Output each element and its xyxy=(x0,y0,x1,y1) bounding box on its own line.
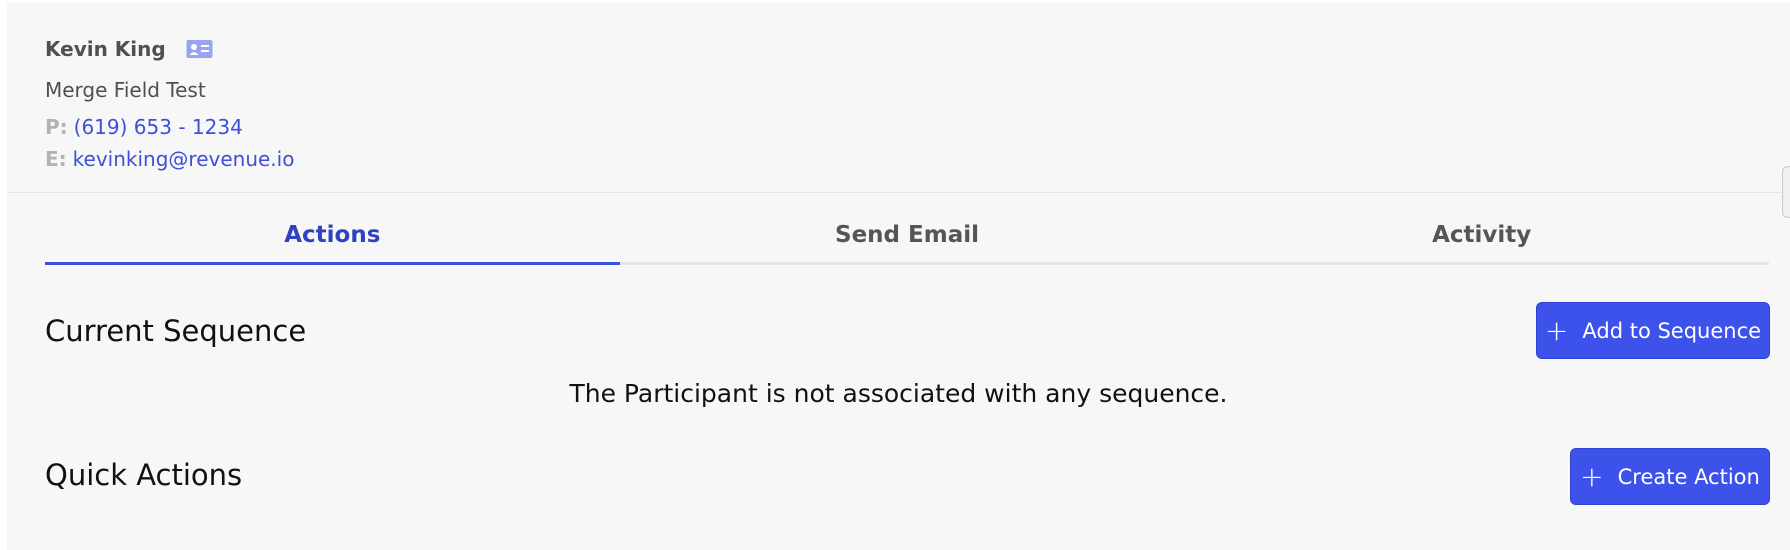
create-action-label: Create Action xyxy=(1617,464,1760,489)
plus-icon: + xyxy=(1580,459,1604,493)
current-sequence-title: Current Sequence xyxy=(45,314,307,348)
contact-card-icon[interactable] xyxy=(186,39,213,59)
email-label: E: xyxy=(45,147,67,171)
contact-company: Merge Field Test xyxy=(45,78,206,102)
quick-actions-title: Quick Actions xyxy=(45,458,243,492)
tab-activity[interactable]: Activity xyxy=(1194,207,1769,262)
no-sequence-message: The Participant is not associated with a… xyxy=(569,379,1228,408)
add-to-sequence-label: Add to Sequence xyxy=(1582,318,1762,343)
tab-actions[interactable]: Actions xyxy=(45,207,620,265)
contact-phone-row: P: (619) 653 - 1234 xyxy=(45,115,243,139)
phone-label: P: xyxy=(45,115,68,139)
side-drawer-handle[interactable] xyxy=(1782,166,1790,218)
email-link[interactable]: kevinking@revenue.io xyxy=(73,147,295,171)
tab-bar: Actions Send Email Activity xyxy=(45,207,1769,265)
contact-name-row: Kevin King xyxy=(45,37,213,61)
participant-panel: Kevin King Merge Field Test P: (619) 653… xyxy=(7,2,1790,550)
add-to-sequence-button[interactable]: + Add to Sequence xyxy=(1536,302,1770,359)
contact-name: Kevin King xyxy=(45,37,166,61)
contact-header: Kevin King Merge Field Test P: (619) 653… xyxy=(7,2,1790,218)
plus-icon: + xyxy=(1544,313,1569,347)
tab-send-email[interactable]: Send Email xyxy=(620,207,1195,262)
phone-link[interactable]: (619) 653 - 1234 xyxy=(74,115,243,139)
create-action-button[interactable]: + Create Action xyxy=(1570,448,1770,505)
contact-email-row: E: kevinking@revenue.io xyxy=(45,147,294,171)
